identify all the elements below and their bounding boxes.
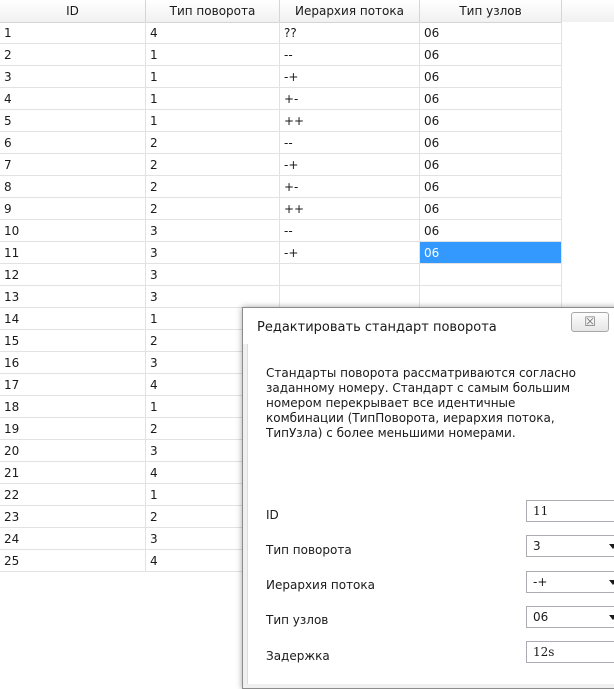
- flow-hierarchy-select[interactable]: -+: [526, 571, 614, 593]
- chevron-down-icon: [609, 580, 614, 585]
- turn-type-label: Тип поворота: [266, 543, 352, 557]
- chevron-down-icon: [609, 615, 614, 620]
- cell-flow-hierarchy[interactable]: -+: [280, 242, 420, 264]
- cell-id[interactable]: 16: [0, 352, 146, 374]
- dialog-body: Стандарты поворота рассматриваются согла…: [247, 344, 614, 684]
- cell-node-type[interactable]: 06: [420, 44, 562, 66]
- cell-flow-hierarchy[interactable]: [280, 286, 420, 308]
- cell-node-type[interactable]: 06: [420, 88, 562, 110]
- cell-turn-type[interactable]: 2: [146, 198, 280, 220]
- node-type-label: Тип узлов: [266, 613, 329, 627]
- cell-flow-hierarchy[interactable]: ++: [280, 198, 420, 220]
- node-type-value: 06: [533, 610, 549, 624]
- cell-id[interactable]: 23: [0, 506, 146, 528]
- cell-node-type[interactable]: 06: [420, 242, 562, 264]
- cell-turn-type[interactable]: 2: [146, 154, 280, 176]
- turn-type-select[interactable]: 3: [526, 535, 614, 557]
- cell-turn-type[interactable]: 2: [146, 132, 280, 154]
- cell-turn-type[interactable]: 3: [146, 220, 280, 242]
- cell-node-type[interactable]: 06: [420, 66, 562, 88]
- cell-turn-type[interactable]: 3: [146, 264, 280, 286]
- turn-type-value: 3: [533, 539, 541, 553]
- cell-node-type[interactable]: [420, 286, 562, 308]
- cell-id[interactable]: 20: [0, 440, 146, 462]
- cell-id[interactable]: 8: [0, 176, 146, 198]
- cell-node-type[interactable]: 06: [420, 220, 562, 242]
- header-filler: [562, 0, 614, 22]
- cell-flow-hierarchy[interactable]: --: [280, 220, 420, 242]
- cell-id[interactable]: 2: [0, 44, 146, 66]
- cell-flow-hierarchy[interactable]: ++: [280, 110, 420, 132]
- cell-turn-type[interactable]: 1: [146, 110, 280, 132]
- delay-label: Задержка: [266, 649, 330, 663]
- cell-id[interactable]: 11: [0, 242, 146, 264]
- cell-node-type[interactable]: 06: [420, 198, 562, 220]
- cell-turn-type[interactable]: 3: [146, 242, 280, 264]
- cell-id[interactable]: 9: [0, 198, 146, 220]
- cell-id[interactable]: 4: [0, 88, 146, 110]
- cell-id[interactable]: 3: [0, 66, 146, 88]
- column-header-node-type[interactable]: Тип узлов: [420, 0, 562, 22]
- cell-id[interactable]: 10: [0, 220, 146, 242]
- edit-turn-standard-dialog: Редактировать стандарт поворота ☒ Станда…: [242, 307, 614, 689]
- cell-flow-hierarchy[interactable]: --: [280, 132, 420, 154]
- cell-flow-hierarchy[interactable]: -+: [280, 154, 420, 176]
- cell-id[interactable]: 18: [0, 396, 146, 418]
- cell-id[interactable]: 7: [0, 154, 146, 176]
- cell-id[interactable]: 15: [0, 330, 146, 352]
- close-icon[interactable]: ☒: [571, 312, 609, 332]
- dialog-title: Редактировать стандарт поворота: [257, 320, 497, 335]
- cell-node-type[interactable]: 06: [420, 132, 562, 154]
- cell-turn-type[interactable]: 1: [146, 44, 280, 66]
- table-header: ID Тип поворота Иерархия потока Тип узло…: [0, 0, 614, 23]
- flow-hierarchy-label: Иерархия потока: [266, 578, 376, 592]
- cell-turn-type[interactable]: 2: [146, 176, 280, 198]
- node-type-select[interactable]: 06: [526, 606, 614, 628]
- delay-field[interactable]: 12s: [526, 641, 614, 663]
- cell-flow-hierarchy[interactable]: ??: [280, 22, 420, 44]
- cell-id[interactable]: 1: [0, 22, 146, 44]
- cell-node-type[interactable]: [420, 264, 562, 286]
- cell-id[interactable]: 17: [0, 374, 146, 396]
- cell-id[interactable]: 6: [0, 132, 146, 154]
- cell-node-type[interactable]: 06: [420, 154, 562, 176]
- cell-id[interactable]: 12: [0, 264, 146, 286]
- column-header-id[interactable]: ID: [0, 0, 146, 22]
- cell-turn-type[interactable]: 4: [146, 22, 280, 44]
- cell-flow-hierarchy[interactable]: +-: [280, 176, 420, 198]
- dialog-title-bar[interactable]: Редактировать стандарт поворота ☒: [243, 308, 614, 344]
- id-label: ID: [266, 508, 279, 522]
- cell-id[interactable]: 5: [0, 110, 146, 132]
- cell-id[interactable]: 25: [0, 550, 146, 572]
- chevron-down-icon: [609, 544, 614, 549]
- cell-turn-type[interactable]: 1: [146, 88, 280, 110]
- cell-turn-type[interactable]: 3: [146, 286, 280, 308]
- cell-node-type[interactable]: 06: [420, 22, 562, 44]
- cell-turn-type[interactable]: 1: [146, 66, 280, 88]
- column-header-turn-type[interactable]: Тип поворота: [146, 0, 280, 22]
- cell-id[interactable]: 13: [0, 286, 146, 308]
- cell-id[interactable]: 24: [0, 528, 146, 550]
- cell-flow-hierarchy[interactable]: +-: [280, 88, 420, 110]
- cell-flow-hierarchy[interactable]: -+: [280, 66, 420, 88]
- id-field[interactable]: 11: [526, 500, 614, 522]
- cell-flow-hierarchy[interactable]: --: [280, 44, 420, 66]
- cell-id[interactable]: 22: [0, 484, 146, 506]
- cell-flow-hierarchy[interactable]: [280, 264, 420, 286]
- cell-id[interactable]: 19: [0, 418, 146, 440]
- cell-node-type[interactable]: 06: [420, 176, 562, 198]
- cell-id[interactable]: 21: [0, 462, 146, 484]
- flow-hierarchy-value: -+: [533, 575, 548, 589]
- column-header-flow-hierarchy[interactable]: Иерархия потока: [280, 0, 420, 22]
- cell-node-type[interactable]: 06: [420, 110, 562, 132]
- dialog-description: Стандарты поворота рассматриваются согла…: [266, 366, 577, 440]
- cell-id[interactable]: 14: [0, 308, 146, 330]
